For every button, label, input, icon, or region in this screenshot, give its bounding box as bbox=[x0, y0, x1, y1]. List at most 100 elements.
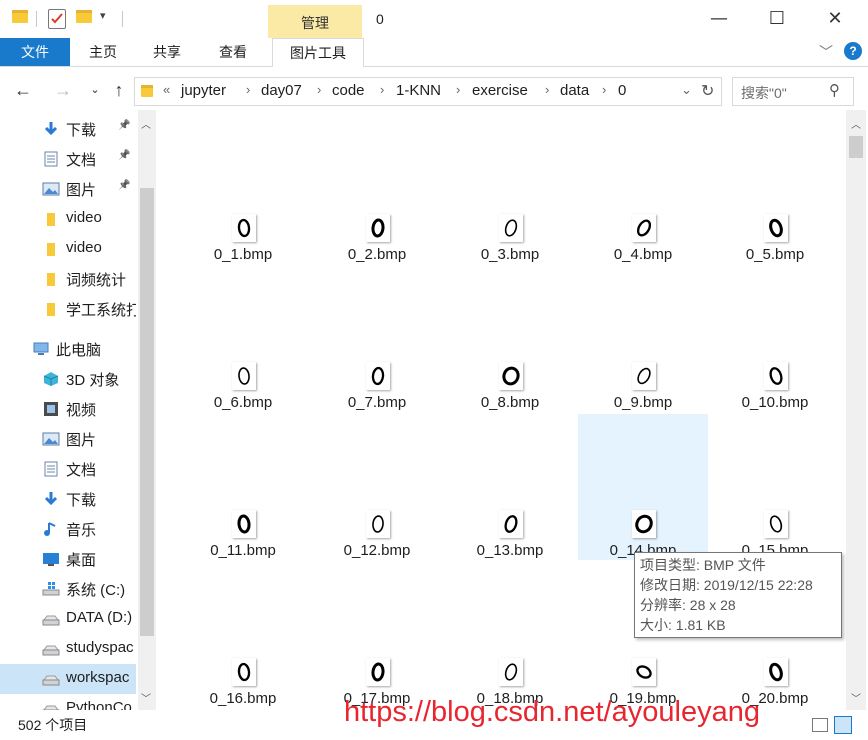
file-item[interactable]: 0_1.bmp bbox=[178, 118, 308, 264]
address-bar[interactable]: « jupyter › day07 › code › 1-KNN › exerc… bbox=[134, 77, 722, 106]
download-arrow-icon bbox=[42, 121, 60, 137]
file-item[interactable]: 0_18.bmp bbox=[445, 562, 575, 708]
sidebar-item[interactable]: DATA (D:) bbox=[0, 604, 136, 634]
image-thumbnail bbox=[499, 362, 523, 390]
sidebar-item[interactable]: 视频 bbox=[0, 394, 136, 424]
up-button[interactable]: ↑ bbox=[106, 72, 132, 108]
sidebar-item[interactable]: PythonCo bbox=[0, 694, 136, 710]
search-icon[interactable]: ⚲ bbox=[829, 81, 840, 99]
breadcrumb-current[interactable]: 0 bbox=[618, 82, 626, 99]
image-thumbnail bbox=[366, 510, 390, 538]
tooltip-type: 项目类型: BMP 文件 bbox=[640, 557, 766, 573]
image-thumbnail bbox=[499, 214, 523, 242]
tab-home[interactable]: 主页 bbox=[72, 38, 134, 66]
document-icon bbox=[42, 461, 60, 477]
sidebar-item[interactable]: 图片 bbox=[0, 424, 136, 454]
pin-icon[interactable]: 📌 bbox=[118, 150, 130, 161]
pin-icon[interactable]: 📌 bbox=[118, 120, 130, 131]
customize-toolbar-icon[interactable]: ▾ bbox=[100, 9, 106, 22]
tab-picture-tools[interactable]: 图片工具 bbox=[272, 38, 364, 67]
file-name: 0_1.bmp bbox=[213, 246, 273, 263]
sidebar-item[interactable]: 文档 bbox=[0, 454, 136, 484]
file-item[interactable]: 0_2.bmp bbox=[312, 118, 442, 264]
download-arrow-icon bbox=[42, 491, 60, 507]
chevron-down-icon[interactable]: ﹀ bbox=[816, 38, 836, 66]
file-item[interactable]: 0_10.bmp bbox=[710, 266, 840, 412]
video-icon bbox=[42, 401, 60, 417]
sidebar-item[interactable]: 文档 📌 bbox=[0, 144, 136, 174]
details-view-icon[interactable] bbox=[812, 718, 828, 732]
refresh-icon[interactable]: ↻ bbox=[701, 81, 714, 101]
close-button[interactable]: ✕ bbox=[812, 0, 858, 38]
pin-icon[interactable]: 📌 bbox=[118, 180, 130, 191]
sidebar-item[interactable]: 此电脑 bbox=[0, 334, 136, 364]
tooltip-modified: 修改日期: 2019/12/15 22:28 bbox=[640, 577, 813, 593]
sidebar-item-label: 音乐 bbox=[66, 522, 97, 539]
sidebar-item[interactable]: 学工系统打 bbox=[0, 294, 136, 324]
file-item[interactable]: 0_14.bmp bbox=[578, 414, 708, 560]
tab-file[interactable]: 文件 bbox=[0, 38, 70, 66]
new-folder-icon[interactable] bbox=[76, 10, 92, 23]
sidebar-item[interactable]: 下载 bbox=[0, 484, 136, 514]
overflow-chevron[interactable]: « bbox=[163, 82, 170, 97]
breadcrumb-day07[interactable]: day07 bbox=[261, 82, 302, 99]
file-item[interactable]: 0_16.bmp bbox=[178, 562, 308, 708]
sidebar-item[interactable]: 图片 📌 bbox=[0, 174, 136, 204]
picture-icon bbox=[42, 431, 60, 447]
main-scroll-thumb[interactable] bbox=[849, 136, 863, 158]
address-dropdown[interactable]: ⌄ bbox=[681, 82, 692, 98]
file-item[interactable]: 0_3.bmp bbox=[445, 118, 575, 264]
forward-button[interactable]: → bbox=[50, 72, 76, 108]
sidebar-item[interactable]: studyspac bbox=[0, 634, 136, 664]
file-item[interactable]: 0_13.bmp bbox=[445, 414, 575, 560]
main-scrollbar[interactable]: ︿ ﹀ bbox=[846, 110, 866, 710]
file-item[interactable]: 0_8.bmp bbox=[445, 266, 575, 412]
properties-icon[interactable] bbox=[48, 9, 66, 29]
breadcrumb-jupyter[interactable]: jupyter bbox=[181, 82, 226, 99]
folder-icon bbox=[42, 271, 60, 287]
file-item[interactable]: 0_4.bmp bbox=[578, 118, 708, 264]
file-item[interactable]: 0_17.bmp bbox=[312, 562, 442, 708]
tab-share[interactable]: 共享 bbox=[136, 38, 198, 66]
breadcrumb-data[interactable]: data bbox=[560, 82, 589, 99]
sidebar-scrollbar[interactable]: ︿ ﹀ bbox=[138, 110, 156, 710]
image-thumbnail bbox=[232, 510, 256, 538]
file-item[interactable]: 0_6.bmp bbox=[178, 266, 308, 412]
minimize-button[interactable]: — bbox=[696, 0, 742, 38]
sidebar-item[interactable]: video bbox=[0, 234, 136, 264]
file-item[interactable]: 0_11.bmp bbox=[178, 414, 308, 560]
sidebar-item[interactable]: video bbox=[0, 204, 136, 234]
sidebar-item-label: 图片 bbox=[66, 432, 97, 449]
file-item[interactable]: 0_5.bmp bbox=[710, 118, 840, 264]
drive-icon bbox=[42, 611, 60, 627]
sidebar-item[interactable]: 下载 📌 bbox=[0, 114, 136, 144]
sidebar-item-label: DATA (D:) bbox=[66, 609, 133, 626]
file-item[interactable]: 0_9.bmp bbox=[578, 266, 708, 412]
sidebar-item-label: 视频 bbox=[66, 402, 97, 419]
image-thumbnail bbox=[764, 510, 788, 538]
file-item[interactable]: 0_15.bmp bbox=[710, 414, 840, 560]
sidebar-item[interactable]: workspac bbox=[0, 664, 136, 694]
tab-view[interactable]: 查看 bbox=[202, 38, 264, 66]
help-icon[interactable]: ? bbox=[844, 42, 862, 60]
breadcrumb-code[interactable]: code bbox=[332, 82, 365, 99]
back-button[interactable]: ← bbox=[10, 72, 36, 108]
breadcrumb-knn[interactable]: 1-KNN bbox=[396, 82, 441, 99]
breadcrumb-exercise[interactable]: exercise bbox=[472, 82, 528, 99]
image-thumbnail bbox=[366, 214, 390, 242]
sidebar-item[interactable]: 系统 (C:) bbox=[0, 574, 136, 604]
search-box[interactable]: 搜索"0" ⚲ bbox=[732, 77, 854, 106]
file-item[interactable]: 0_12.bmp bbox=[312, 414, 442, 560]
large-icons-view-icon[interactable] bbox=[834, 716, 852, 734]
search-input[interactable]: 搜索"0" bbox=[741, 83, 787, 103]
sidebar-scroll-thumb[interactable] bbox=[140, 188, 154, 636]
image-thumbnail bbox=[632, 658, 656, 686]
sidebar-item[interactable]: 3D 对象 bbox=[0, 364, 136, 394]
sidebar-item[interactable]: 音乐 bbox=[0, 514, 136, 544]
sidebar-item[interactable]: 桌面 bbox=[0, 544, 136, 574]
maximize-button[interactable]: ☐ bbox=[754, 0, 800, 38]
window-title: 0 bbox=[376, 11, 384, 27]
sidebar-item[interactable]: 词频统计 bbox=[0, 264, 136, 294]
file-item[interactable]: 0_7.bmp bbox=[312, 266, 442, 412]
recent-locations-button[interactable]: ⌄ bbox=[82, 72, 108, 108]
